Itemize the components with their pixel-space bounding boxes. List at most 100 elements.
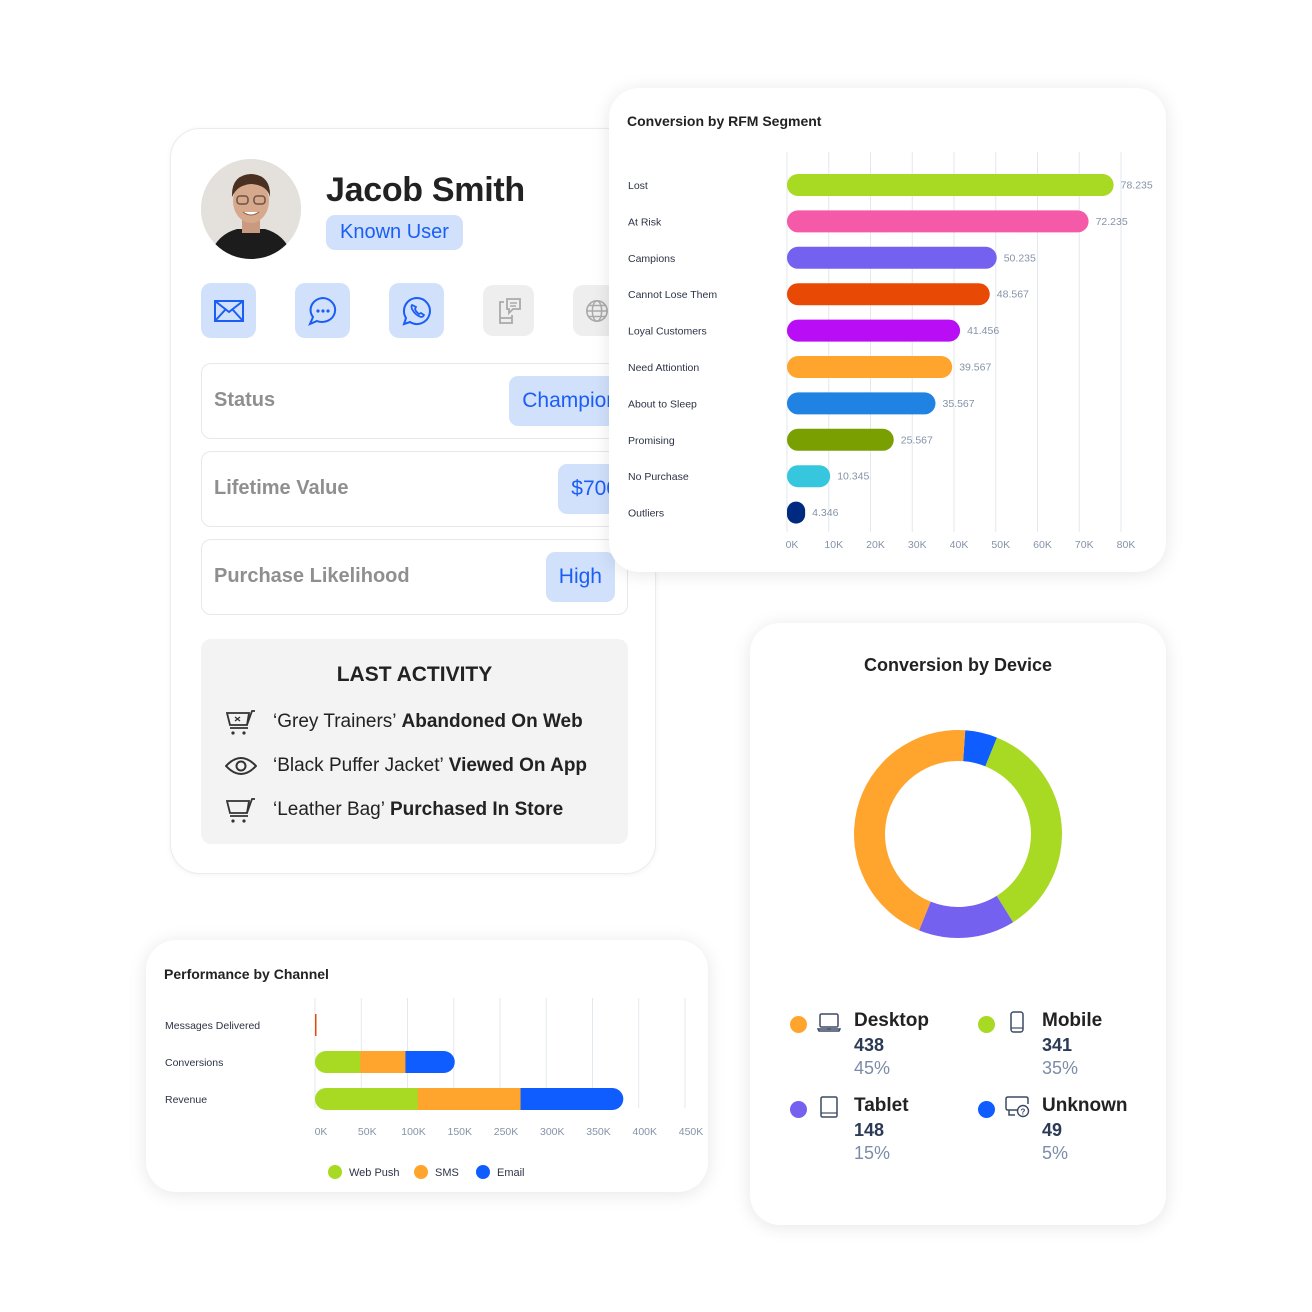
category-label: About to Sleep [628, 398, 697, 410]
cart-abandoned-icon [226, 710, 255, 735]
category-label: Promising [628, 435, 675, 447]
category-label: Loyal Customers [628, 326, 707, 338]
legend-dot [790, 1016, 807, 1033]
activity-item-name: ‘Grey Trainers’ [273, 711, 397, 732]
data-label: 78.235 [1121, 180, 1153, 192]
x-tick-label: 50K [358, 1126, 377, 1138]
activity-item-action: Abandoned On Web [401, 711, 583, 732]
data-label: 50.235 [1004, 252, 1036, 264]
data-label: 10.345 [837, 471, 869, 483]
x-tick-label: 20K [866, 539, 885, 551]
whatsapp-channel-button[interactable] [389, 283, 444, 338]
device-donut-chart [854, 730, 1062, 938]
category-label: Need Attiontion [628, 362, 699, 374]
category-label: Revenue [165, 1094, 207, 1106]
last-activity-title: LAST ACTIVITY [336, 663, 493, 686]
x-tick-label: 40K [950, 539, 969, 551]
chat-bubble-icon [307, 296, 336, 326]
x-tick-label: 350K [586, 1126, 611, 1138]
legend-dot [790, 1101, 807, 1118]
bar [787, 246, 997, 269]
purchase-likelihood-badge: High [545, 552, 615, 602]
bar [787, 319, 961, 342]
legend-count: 148 [854, 1120, 885, 1140]
bar-segment-marker [315, 1014, 317, 1036]
donut-slice-tablet [919, 895, 1014, 938]
channel-stacked-bar-chart: 0K 50K 100K 150K 250K 300K 350K 400K 450K Message… [165, 998, 703, 1179]
legend-dot [476, 1165, 490, 1179]
bar [787, 465, 831, 488]
legend-item-mobile: Mobile 341 35% [978, 1010, 1158, 1091]
bar [787, 283, 990, 306]
data-label: 72.235 [1096, 216, 1128, 228]
email-icon [213, 299, 244, 322]
activity-item-name: ‘Black Puffer Jacket’ [273, 755, 444, 776]
user-name: Jacob Smith [326, 171, 525, 209]
activity-item: ‘Black Puffer Jacket’ Viewed On App [223, 751, 587, 781]
x-tick-label: 0K [315, 1126, 328, 1138]
activity-item: ‘Grey Trainers’ Abandoned On Web [223, 707, 583, 737]
x-tick-label: 30K [908, 539, 927, 551]
tablet-icon [820, 1096, 838, 1118]
data-label: 39.567 [959, 362, 991, 374]
activity-item: ‘Leather Bag’ Purchased In Store [223, 795, 563, 825]
legend-percent: 45% [854, 1058, 891, 1078]
legend-percent: 5% [1042, 1143, 1069, 1163]
bar [787, 392, 936, 415]
activity-item-action: Purchased In Store [389, 799, 564, 820]
x-tick-label: 250K [494, 1126, 519, 1138]
legend-dot [978, 1101, 995, 1118]
bar [787, 174, 1114, 196]
donut-slice-desktop [854, 730, 966, 931]
in-app-message-channel-button[interactable] [483, 285, 534, 336]
cart-icon [226, 798, 255, 823]
x-tick-label: 400K [632, 1126, 657, 1138]
legend-count: 49 [1042, 1120, 1063, 1140]
bar [787, 501, 806, 524]
legend-name: Unknown [1042, 1095, 1128, 1116]
legend-count: 438 [854, 1035, 885, 1055]
x-tick-label: 70K [1075, 539, 1094, 551]
last-activity-panel: LAST ACTIVITY ‘Grey Trainers’ Abandoned … [201, 639, 628, 844]
legend-name: Mobile [1042, 1010, 1103, 1031]
legend-count: 341 [1042, 1035, 1073, 1055]
bar-segment-sms [360, 1051, 406, 1073]
mobile-message-icon [498, 297, 521, 324]
legend-dot [414, 1165, 428, 1179]
legend-item-unknown: ? Unknown 49 5% [978, 1095, 1158, 1176]
lifetime-value-row: Lifetime Value $700 [201, 451, 631, 527]
globe-icon [586, 299, 608, 322]
channel-performance-card: Performance by Channel 0K 50K 100K 150K 250K… [146, 940, 708, 1192]
avatar [201, 159, 301, 259]
legend-dot [978, 1016, 995, 1033]
category-label: Cannot Lose Them [628, 289, 717, 301]
category-label: At Risk [628, 216, 662, 228]
x-tick-label: 300K [540, 1126, 565, 1138]
bar-segment-web-push [315, 1088, 419, 1110]
legend-dot [328, 1165, 342, 1179]
avatar-photo [201, 159, 301, 259]
whatsapp-icon [401, 296, 431, 326]
x-tick-label: 0K [786, 539, 799, 551]
purchase-likelihood-row: Purchase Likelihood High [201, 539, 628, 615]
rfm-segment-chart-card: Conversion by RFM Segment 0K 10K 20K 30K 40K… [609, 88, 1166, 572]
legend-name: Tablet [854, 1095, 909, 1116]
data-label: 48.567 [997, 289, 1029, 301]
activity-item-action: Viewed On App [448, 755, 588, 776]
data-label: 25.567 [901, 434, 933, 446]
svg-text:?: ? [1021, 1108, 1026, 1117]
laptop-icon [816, 1013, 842, 1032]
data-label: 35.567 [942, 398, 974, 410]
legend-item-tablet: Tablet 148 15% [790, 1095, 970, 1176]
donut-slice-mobile [985, 737, 1062, 923]
purchase-likelihood-label: Purchase Likelihood [214, 565, 410, 587]
email-channel-button[interactable] [201, 283, 256, 338]
web-channel-button[interactable] [573, 285, 609, 336]
x-tick-label: 60K [1033, 539, 1052, 551]
bar [787, 210, 1089, 233]
chat-channel-button[interactable] [295, 283, 350, 338]
rfm-bar-chart: 0K 10K 20K 30K 40K 50K 60K 70K 80K Lost 78.235 At R… [628, 152, 1153, 551]
legend-name: Desktop [854, 1010, 929, 1031]
category-label: Messages Delivered [165, 1020, 260, 1032]
legend-label: SMS [435, 1167, 459, 1179]
